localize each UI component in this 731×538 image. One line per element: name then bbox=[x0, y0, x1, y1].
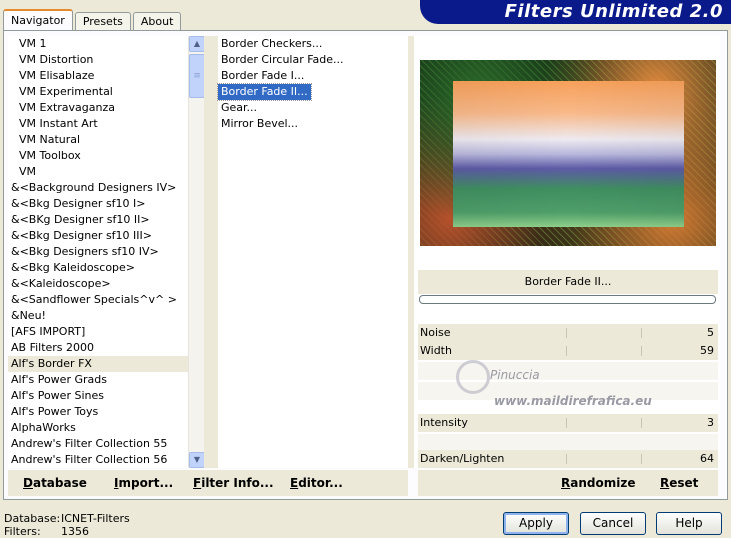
param-empty bbox=[418, 362, 718, 380]
status-filters-label: Filters: bbox=[4, 525, 41, 538]
category-item[interactable]: &Neu! bbox=[8, 308, 204, 324]
reset-button[interactable]: Reset bbox=[660, 476, 698, 490]
category-item[interactable]: VM Experimental bbox=[8, 84, 204, 100]
category-item[interactable]: &<Background Designers IV> bbox=[8, 180, 204, 196]
status-database-label: Database: bbox=[4, 512, 61, 525]
filter-list[interactable]: Border Checkers... Border Circular Fade..… bbox=[217, 36, 408, 468]
category-item[interactable]: &<BKg Designer sf10 II> bbox=[8, 212, 204, 228]
category-item[interactable]: Andrew's Filter Collection 55 bbox=[8, 436, 204, 452]
category-list[interactable]: VM 1 VM Distortion VM Elisablaze VM Experim… bbox=[8, 36, 204, 468]
category-item[interactable]: VM Instant Art bbox=[8, 116, 204, 132]
title-banner: Filters Unlimited 2.0 bbox=[420, 0, 731, 24]
slider-track[interactable] bbox=[492, 328, 698, 338]
category-item[interactable]: Alf's Border FX bbox=[8, 356, 204, 372]
app-title: Filters Unlimited 2.0 bbox=[504, 1, 723, 22]
tab-navigator[interactable]: Navigator bbox=[3, 9, 73, 31]
param-label: Intensity bbox=[420, 416, 468, 429]
status-area: Database: ICNET-Filters Filters: 1356 bbox=[4, 512, 130, 538]
category-item[interactable]: VM Natural bbox=[8, 132, 204, 148]
param-width[interactable]: Width 59 bbox=[418, 342, 718, 360]
filter-item[interactable]: Border Fade I... bbox=[218, 68, 307, 84]
slider-track[interactable] bbox=[492, 454, 698, 464]
category-item[interactable]: &<Sandflower Specials^v^ > bbox=[8, 292, 204, 308]
randomize-button[interactable]: Randomize bbox=[561, 476, 635, 490]
category-scrollbar[interactable]: ▲ ≡ ▼ bbox=[188, 36, 205, 468]
status-database-value: ICNET-Filters bbox=[61, 512, 130, 525]
category-item[interactable]: &<Bkg Designer sf10 III> bbox=[8, 228, 204, 244]
category-item[interactable]: [AFS IMPORT] bbox=[8, 324, 204, 340]
category-item[interactable]: Alf's Power Grads bbox=[8, 372, 204, 388]
param-value: 64 bbox=[700, 452, 714, 465]
status-filters-value: 1356 bbox=[61, 525, 89, 538]
category-item[interactable]: VM Extravaganza bbox=[8, 100, 204, 116]
cancel-button[interactable]: Cancel bbox=[580, 512, 646, 535]
category-item[interactable]: VM Distortion bbox=[8, 52, 204, 68]
tab-about[interactable]: About bbox=[132, 12, 182, 31]
param-empty bbox=[418, 382, 718, 400]
import-button[interactable]: Import... bbox=[114, 476, 173, 490]
filter-item[interactable]: Mirror Bevel... bbox=[218, 116, 301, 132]
category-item[interactable]: VM 1 bbox=[8, 36, 204, 52]
filter-preview-image bbox=[420, 60, 716, 246]
filter-name-label: Border Fade II... bbox=[418, 270, 718, 294]
filter-item[interactable]: Border Circular Fade... bbox=[218, 52, 347, 68]
slider-track[interactable] bbox=[492, 418, 698, 428]
scroll-down-arrow-icon[interactable]: ▼ bbox=[189, 452, 205, 468]
database-button[interactable]: Database bbox=[23, 476, 87, 490]
help-button[interactable]: Help bbox=[656, 512, 722, 535]
filter-item[interactable]: Border Checkers... bbox=[218, 36, 325, 52]
category-item[interactable]: Alf's Power Sines bbox=[8, 388, 204, 404]
category-item[interactable]: VM Toolbox bbox=[8, 148, 204, 164]
filter-item[interactable]: Border Fade II... bbox=[217, 83, 312, 101]
param-noise[interactable]: Noise 5 bbox=[418, 324, 718, 342]
category-item[interactable]: &<Bkg Kaleidoscope> bbox=[8, 260, 204, 276]
category-item[interactable]: Andrew's Filter Collection 56 bbox=[8, 452, 204, 468]
divider bbox=[204, 36, 218, 468]
param-label: Noise bbox=[420, 326, 451, 339]
parameter-toolbar: Randomize Reset bbox=[418, 470, 718, 496]
param-darken-lighten[interactable]: Darken/Lighten 64 bbox=[418, 450, 718, 468]
category-item[interactable]: AlphaWorks bbox=[8, 420, 204, 436]
navigator-toolbar: Database Import... Filter Info... Editor… bbox=[8, 470, 408, 496]
category-item[interactable]: &<Bkg Designers sf10 IV> bbox=[8, 244, 204, 260]
parameter-panel: Noise 5 Width 59 Intensity 3 Darken/Ligh… bbox=[418, 306, 718, 468]
editor-button[interactable]: Editor... bbox=[290, 476, 343, 490]
tab-strip: Navigator Presets About bbox=[3, 9, 183, 31]
preview-content bbox=[453, 81, 684, 227]
param-value: 3 bbox=[707, 416, 714, 429]
category-item[interactable]: VM Elisablaze bbox=[8, 68, 204, 84]
progress-bar bbox=[419, 295, 716, 304]
scroll-up-arrow-icon[interactable]: ▲ bbox=[189, 36, 205, 52]
filter-info-button[interactable]: Filter Info... bbox=[193, 476, 274, 490]
tab-presets[interactable]: Presets bbox=[74, 12, 131, 31]
param-intensity[interactable]: Intensity 3 bbox=[418, 414, 718, 432]
param-value: 5 bbox=[707, 326, 714, 339]
filter-item[interactable]: Gear... bbox=[218, 100, 260, 116]
param-label: Width bbox=[420, 344, 452, 357]
category-item[interactable]: VM bbox=[8, 164, 204, 180]
category-item[interactable]: &<Kaleidoscope> bbox=[8, 276, 204, 292]
category-item[interactable]: Alf's Power Toys bbox=[8, 404, 204, 420]
param-value: 59 bbox=[700, 344, 714, 357]
scroll-thumb[interactable]: ≡ bbox=[189, 54, 205, 98]
apply-button[interactable]: Apply bbox=[503, 512, 569, 535]
category-item[interactable]: AB Filters 2000 bbox=[8, 340, 204, 356]
slider-track[interactable] bbox=[492, 346, 698, 356]
category-item[interactable]: &<Bkg Designer sf10 I> bbox=[8, 196, 204, 212]
